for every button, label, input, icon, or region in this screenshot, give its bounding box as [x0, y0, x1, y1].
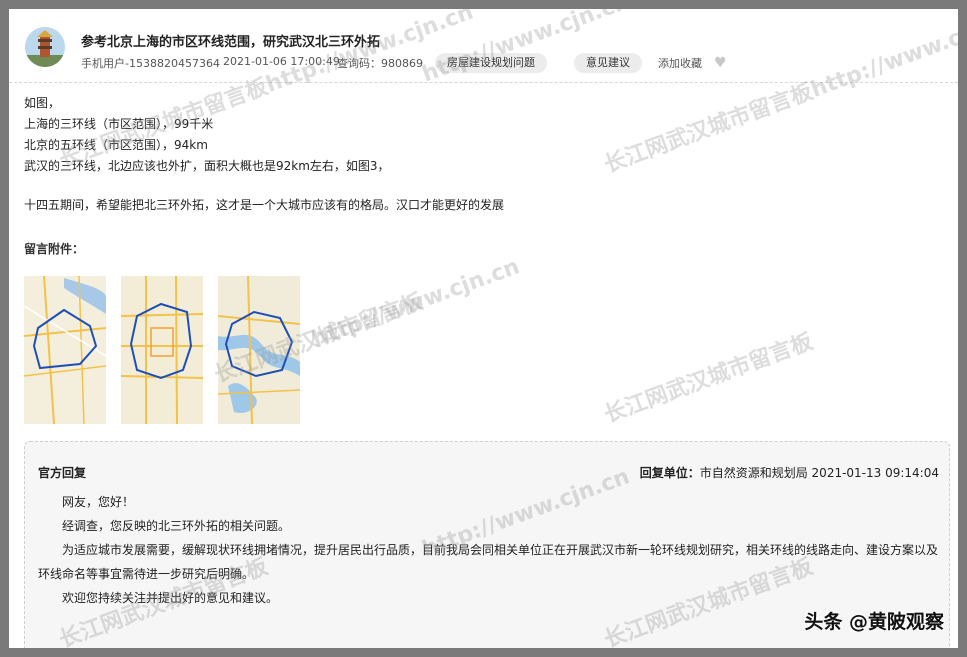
post-datetime: 2021-01-06 17:00:49	[223, 55, 340, 68]
watermark: 长江网武汉城市留言板	[601, 329, 817, 429]
content-line: 北京的五环线（市区范围），94km	[24, 138, 208, 152]
content-line: 如图，	[24, 96, 61, 110]
attachments-label: 留言附件：	[24, 242, 85, 256]
attachment-thumbnail-shanghai[interactable]	[24, 266, 106, 424]
watermark: http://www.cjn.cn	[309, 254, 523, 353]
reply-paragraph: 经调查，您反映的北三环外拓的相关问题。	[62, 519, 291, 533]
post-content: 如图， 上海的三环线（市区范围），99千米 北京的五环线（市区范围），94km …	[24, 93, 504, 216]
type-tag[interactable]: 意见建议	[574, 53, 642, 73]
header-divider	[9, 82, 958, 83]
reply-paragraph: 为适应城市发展需要，缓解现状环线拥堵情况，提升居民出行品质，目前我局会同相关单位…	[38, 543, 939, 581]
reply-text: 网友，您好！ 经调查，您反映的北三环外拓的相关问题。 为适应城市发展需要，缓解现…	[38, 490, 943, 610]
attachment-thumbnail-wuhan[interactable]	[218, 266, 300, 424]
post-header: 参考北京上海的市区环线范围，研究武汉北三环外拓 手机用户-15388204573…	[9, 9, 958, 89]
reply-unit: 回复单位：市自然资源和规划局 2021-01-13 09:14:04	[640, 464, 939, 481]
content-line: 上海的三环线（市区范围），99千米	[24, 117, 214, 131]
heart-icon[interactable]: ♥	[714, 55, 727, 71]
reply-unit-value: 市自然资源和规划局 2021-01-13 09:14:04	[699, 466, 939, 480]
attachment-thumbnail-beijing[interactable]	[121, 266, 203, 424]
query-code: 查询码：980869	[337, 57, 423, 70]
reply-unit-label: 回复单位：	[639, 466, 700, 480]
post-title: 参考北京上海的市区环线范围，研究武汉北三环外拓	[81, 35, 381, 50]
content-line: 武汉的三环线，北边应该也外扩，面积大概也是92km左右，如图3，	[24, 159, 390, 173]
favorite-button[interactable]: 添加收藏	[658, 55, 702, 71]
brand-watermark: 头条 @黄陂观察	[804, 611, 944, 633]
message-page: 参考北京上海的市区环线范围，研究武汉北三环外拓 手机用户-15388204573…	[9, 9, 958, 648]
reply-paragraph: 网友，您好！	[62, 495, 135, 509]
official-reply-label: 官方回复	[38, 466, 87, 480]
category-tag[interactable]: 房屋建设规划问题	[435, 53, 547, 73]
author-name: 手机用户-1538820457364	[81, 57, 220, 70]
user-avatar	[25, 27, 65, 67]
content-line: 十四五期间，希望能把北三环外拓，这才是一个大城市应该有的格局。汉口才能更好的发展	[24, 198, 505, 212]
